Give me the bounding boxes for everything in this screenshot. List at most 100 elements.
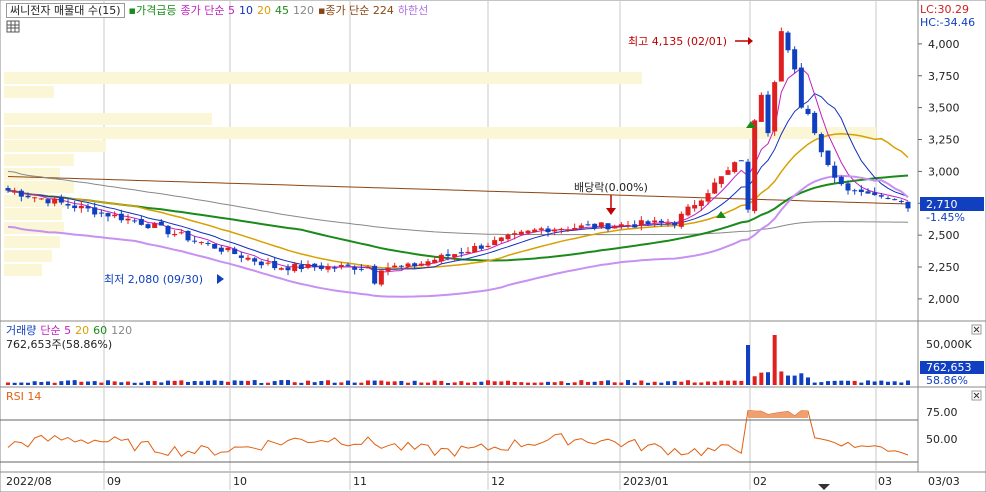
candle-body (5, 188, 11, 191)
candle-body (32, 197, 38, 199)
candle-body (472, 246, 478, 253)
y-tick-label: 3,750 (928, 70, 960, 83)
candle-body (772, 82, 778, 132)
volume-bar (239, 380, 244, 385)
volume-bar (112, 381, 117, 385)
volume-bar (406, 382, 410, 385)
y-tick-label: 2,000 (928, 293, 960, 306)
volume-bar (712, 381, 717, 385)
candle-body (845, 183, 851, 191)
legend-item[interactable]: ▪가격급등 (129, 4, 177, 17)
volume-bar (832, 380, 837, 385)
candle-body (192, 240, 198, 242)
candle-body (452, 254, 458, 258)
candle-body (38, 198, 44, 200)
candle-body (152, 223, 158, 228)
volume-bar (59, 381, 64, 385)
candle-body (85, 206, 91, 209)
legend-item[interactable]: 하한선 (398, 4, 428, 17)
volume-bar (332, 382, 337, 385)
candle-body (592, 223, 598, 228)
volume-bar (566, 382, 570, 385)
volume-bar (506, 380, 510, 385)
legend-item[interactable]: 20 (257, 4, 271, 17)
candle-body (505, 234, 511, 240)
volume-bar (586, 381, 590, 385)
volume-bar (99, 382, 104, 385)
candle-body (432, 259, 438, 264)
volume-profile-bar (4, 127, 876, 139)
volume-bar (279, 380, 284, 385)
close-icon[interactable] (971, 324, 982, 335)
volume-bar (12, 382, 17, 385)
volume-bar (166, 380, 170, 385)
candle-body (385, 267, 391, 272)
volume-bar (92, 381, 97, 385)
volume-bar (652, 381, 657, 385)
candle-body (678, 213, 684, 227)
candle-body (265, 262, 271, 264)
candle-body (165, 225, 171, 235)
candle-body (878, 195, 884, 197)
close-icon[interactable] (971, 390, 982, 401)
candle-body (412, 263, 418, 267)
volume-bar (319, 381, 324, 385)
dividend-annotation: 배당락(0.00%) (574, 181, 648, 194)
candle-body (658, 220, 664, 223)
candle-body (252, 258, 258, 262)
title-box[interactable]: 써니전자 매물대 수(15) (6, 3, 125, 18)
volume-bar (619, 382, 624, 385)
volume-bar (226, 381, 230, 385)
y-tick-label: 4,000 (928, 38, 960, 51)
volume-bar (886, 381, 890, 385)
volume-current: 762,653주(58.86%) (6, 338, 113, 351)
volume-bar (612, 382, 617, 385)
volume-legend-item[interactable]: 20 (75, 324, 89, 337)
volume-bar (192, 381, 197, 385)
volume-bar (419, 382, 424, 385)
candle-body (425, 261, 431, 266)
volume-bar (632, 382, 637, 385)
legend-item[interactable]: 45 (275, 4, 289, 17)
x-axis-label: 11 (353, 475, 367, 488)
legend-item[interactable]: 종가 단순 5 (180, 4, 234, 17)
volume-bar (246, 380, 250, 385)
candle-body (818, 134, 824, 153)
volume-bar (786, 375, 790, 385)
volume-bar (426, 382, 430, 385)
volume-bar (739, 380, 744, 385)
candle-body (105, 213, 111, 217)
volume-bar (6, 382, 10, 385)
candle-body (572, 227, 578, 230)
candle-body (598, 222, 604, 228)
candle-body (725, 170, 731, 175)
candle-body (565, 229, 571, 231)
candle-body (78, 205, 84, 209)
volume-legend-item[interactable]: 60 (93, 324, 107, 337)
volume-legend-item[interactable]: 단순 5 (40, 324, 71, 337)
volume-bar (359, 382, 364, 385)
legend-item[interactable]: 10 (239, 4, 253, 17)
main-legend: 써니전자 매물대 수(15) ▪가격급등 종가 단순 5 10 20 45 120 ▪종가 단… (6, 3, 436, 18)
volume-legend-item[interactable]: 120 (111, 324, 132, 337)
candle-body (625, 225, 631, 227)
candle-body (132, 220, 138, 222)
volume-bar (692, 382, 697, 385)
volume-bar (206, 380, 210, 385)
volume-bar (679, 381, 684, 385)
volume-current-value: 762,653 (926, 361, 972, 374)
candle-body (118, 213, 124, 221)
stock-chart[interactable]: 4,0003,7503,5003,2503,0002,7502,5002,250… (0, 0, 986, 492)
candle-body (325, 266, 331, 270)
volume-bar (472, 382, 477, 385)
legend-item[interactable]: ▪종가 단순 224 (318, 4, 394, 17)
volume-bar (552, 382, 557, 385)
volume-bar (819, 382, 824, 385)
grid-settings-icon[interactable] (6, 20, 20, 33)
volume-bar (826, 381, 830, 385)
x-axis-label: 09 (107, 475, 121, 488)
x-axis-label: 2022/08 (6, 475, 52, 488)
volume-bar (526, 382, 530, 385)
legend-item[interactable]: 120 (293, 4, 314, 17)
candle-body (872, 192, 878, 196)
